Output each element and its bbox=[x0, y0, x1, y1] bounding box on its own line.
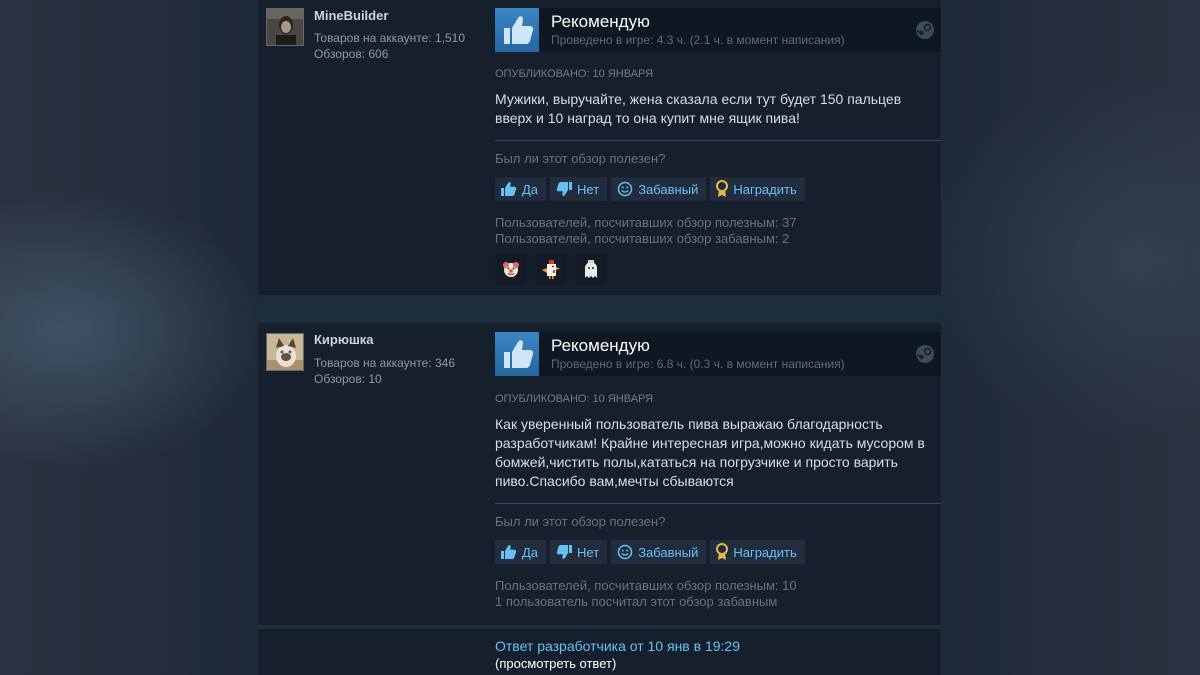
vote-no-label: Нет bbox=[577, 544, 600, 560]
posted-date: Опубликовано: 10 января bbox=[495, 393, 654, 405]
vote-buttons: Да Нет Забавный Наградить bbox=[495, 177, 805, 201]
posted-date: Опубликовано: 10 января bbox=[495, 68, 654, 80]
thumbs-up-icon bbox=[501, 182, 517, 196]
review-content: Рекомендую Проведено в игре: 6.8 ч. (0.3… bbox=[495, 332, 941, 622]
author-products-count[interactable]: Товаров на аккаунте: 1,510 bbox=[314, 30, 465, 46]
vote-yes-label: Да bbox=[522, 544, 539, 560]
award-button[interactable]: Наградить bbox=[710, 177, 805, 201]
recommendation-title: Рекомендую bbox=[551, 12, 650, 31]
vote-funny-label: Забавный bbox=[638, 181, 699, 197]
author-name[interactable]: Кирюшка bbox=[314, 332, 374, 347]
smiley-icon bbox=[617, 181, 633, 197]
view-response-link[interactable]: (просмотреть ответ) bbox=[495, 656, 616, 671]
developer-response-separator bbox=[258, 625, 941, 629]
review-text: Мужики, выручайте, жена сказала если тут… bbox=[495, 91, 902, 126]
review-author: MineBuilder Товаров на аккаунте: 1,510 О… bbox=[266, 8, 486, 108]
vote-no-label: Нет bbox=[577, 181, 600, 197]
thumbs-up-icon bbox=[495, 8, 539, 52]
avatar[interactable] bbox=[266, 333, 304, 371]
avatar[interactable] bbox=[266, 8, 304, 46]
award-ribbon-icon bbox=[716, 180, 729, 197]
playtime: Проведено в игре: 4.3 ч. (2.1 ч. в момен… bbox=[551, 33, 845, 47]
author-reviews-count[interactable]: Обзоров: 10 bbox=[314, 371, 382, 387]
review-card: Кирюшка Товаров на аккаунте: 346 Обзоров… bbox=[258, 323, 941, 625]
funny-count: 1 пользователь посчитал этот обзор забав… bbox=[495, 594, 778, 609]
thumbs-down-icon bbox=[556, 182, 573, 196]
vote-buttons: Да Нет Забавный Наградить bbox=[495, 540, 805, 564]
author-name[interactable]: MineBuilder bbox=[314, 8, 388, 23]
helpful-count: Пользователей, посчитавших обзор полезны… bbox=[495, 578, 797, 593]
reviews-column: MineBuilder Товаров на аккаунте: 1,510 О… bbox=[258, 0, 941, 675]
helpful-count: Пользователей, посчитавших обзор полезны… bbox=[495, 215, 797, 230]
steam-icon bbox=[915, 20, 935, 40]
thumbs-up-icon bbox=[495, 332, 539, 376]
playtime: Проведено в игре: 6.8 ч. (0.3 ч. в момен… bbox=[551, 357, 845, 371]
vote-no-button[interactable]: Нет bbox=[550, 540, 608, 564]
vote-yes-button[interactable]: Да bbox=[495, 177, 547, 201]
divider bbox=[495, 140, 941, 141]
vote-yes-label: Да bbox=[522, 181, 539, 197]
funny-count: Пользователей, посчитавших обзор забавны… bbox=[495, 231, 790, 246]
vote-yes-button[interactable]: Да bbox=[495, 540, 547, 564]
review-author: Кирюшка Товаров на аккаунте: 346 Обзоров… bbox=[266, 332, 486, 432]
vote-funny-button[interactable]: Забавный bbox=[611, 540, 707, 564]
review-content: Рекомендую Проведено в игре: 4.3 ч. (2.1… bbox=[495, 8, 941, 295]
vote-no-button[interactable]: Нет bbox=[550, 177, 608, 201]
divider bbox=[495, 503, 941, 504]
review-separator bbox=[258, 295, 941, 323]
vote-funny-button[interactable]: Забавный bbox=[611, 177, 707, 201]
clown-award-icon[interactable] bbox=[495, 253, 527, 285]
recommendation-header[interactable]: Рекомендую Проведено в игре: 6.8 ч. (0.3… bbox=[495, 332, 941, 376]
award-label: Наградить bbox=[733, 544, 797, 560]
recommendation-title: Рекомендую bbox=[551, 336, 650, 355]
award-ribbon-icon bbox=[716, 543, 729, 560]
smiley-icon bbox=[617, 544, 633, 560]
recommendation-header[interactable]: Рекомендую Проведено в игре: 4.3 ч. (2.1… bbox=[495, 8, 941, 52]
review-text: Как уверенный пользователь пива выражаю … bbox=[495, 416, 925, 489]
ghost-award-icon[interactable] bbox=[575, 253, 607, 285]
thumbs-up-icon bbox=[501, 545, 517, 559]
thumbs-down-icon bbox=[556, 545, 573, 559]
awards-row bbox=[495, 253, 607, 285]
helpful-question: Был ли этот обзор полезен? bbox=[495, 151, 666, 166]
helpful-question: Был ли этот обзор полезен? bbox=[495, 514, 666, 529]
award-label: Наградить bbox=[733, 181, 797, 197]
vote-funny-label: Забавный bbox=[638, 544, 699, 560]
author-products-count[interactable]: Товаров на аккаунте: 346 bbox=[314, 355, 455, 371]
author-reviews-count[interactable]: Обзоров: 606 bbox=[314, 46, 388, 62]
steam-icon bbox=[915, 344, 935, 364]
rooster-award-icon[interactable] bbox=[535, 253, 567, 285]
award-button[interactable]: Наградить bbox=[710, 540, 805, 564]
developer-response-link[interactable]: Ответ разработчика от 10 янв в 19:29 bbox=[495, 638, 740, 654]
review-card: MineBuilder Товаров на аккаунте: 1,510 О… bbox=[258, 0, 941, 295]
